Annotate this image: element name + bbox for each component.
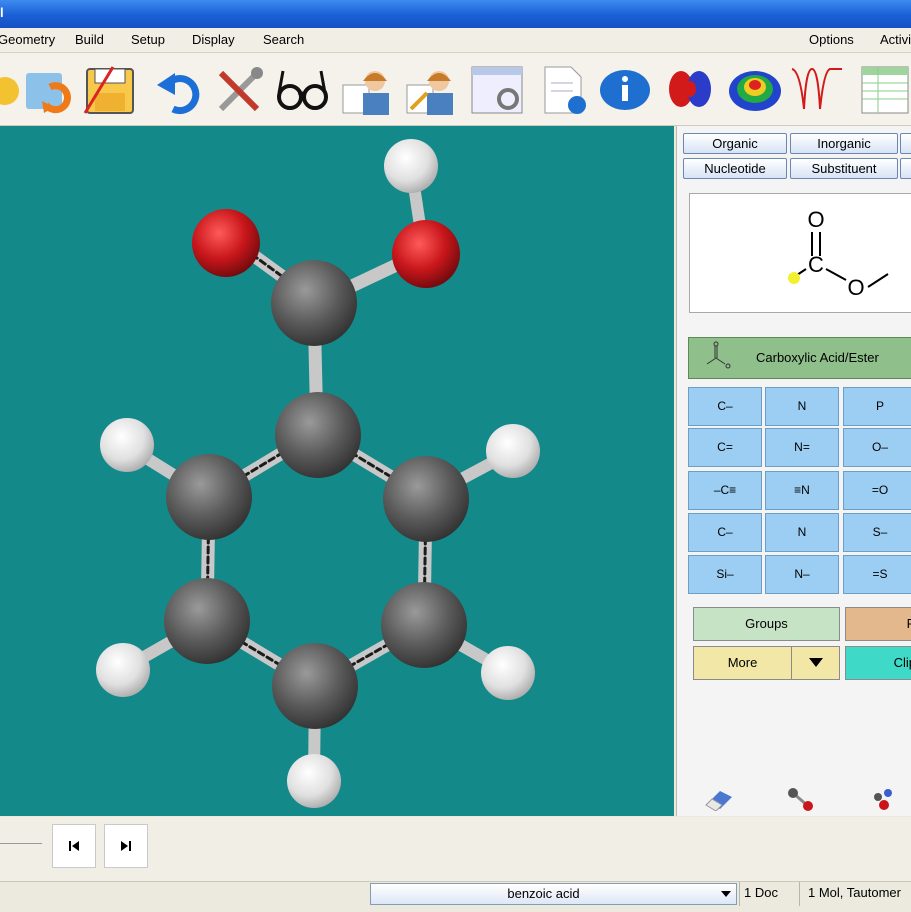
build-panel: Organic Inorganic Nucleotide Substituent… xyxy=(676,126,911,816)
group-title-label: Carboxylic Acid/Ester xyxy=(756,350,879,365)
preview-atom-o-top: O xyxy=(807,207,824,232)
title-bar: l xyxy=(0,0,911,28)
menu-activities[interactable]: Activi xyxy=(880,32,911,47)
fragment-sp2-carbon[interactable]: C= xyxy=(688,428,762,467)
menu-setup[interactable]: Setup xyxy=(131,32,165,47)
orbital-icon[interactable] xyxy=(663,63,717,117)
window-title: l xyxy=(0,5,4,20)
carbon-atom[interactable] xyxy=(166,454,252,540)
save-disk-icon[interactable] xyxy=(83,63,137,117)
fragment-sp-nitrogen[interactable]: ≡N xyxy=(765,471,839,510)
menu-bar: Geometry Build Setup Display Search Opti… xyxy=(0,28,911,53)
carbon-atom[interactable] xyxy=(272,643,358,729)
tools-icon[interactable] xyxy=(213,63,267,117)
info-icon[interactable] xyxy=(598,63,652,117)
hydrogen-atom[interactable] xyxy=(100,418,154,472)
hydrogen-atom[interactable] xyxy=(486,424,540,478)
fragment-sp2-nitrogen[interactable]: N= xyxy=(765,428,839,467)
tab-substituent[interactable]: Substituent xyxy=(790,158,898,179)
r-button[interactable]: R xyxy=(845,607,911,641)
menu-display[interactable]: Display xyxy=(192,32,235,47)
document-info-icon[interactable] xyxy=(537,63,591,117)
fragment-aromatic-nitrogen[interactable]: N xyxy=(765,513,839,552)
open-folder-icon[interactable] xyxy=(20,63,74,117)
status-bar: benzoic acid 1 Doc 1 Mol, Tautomer xyxy=(0,881,911,912)
scientist-icon[interactable] xyxy=(341,63,395,117)
menu-options[interactable]: Options xyxy=(809,32,854,47)
spectrum-icon[interactable] xyxy=(790,63,844,117)
undo-icon[interactable] xyxy=(153,63,207,117)
more-button[interactable]: More xyxy=(693,646,792,680)
step-back-icon xyxy=(69,841,79,851)
glasses-icon[interactable] xyxy=(275,63,329,117)
tab-nucleotide[interactable]: Nucleotide xyxy=(683,158,787,179)
fragment-oxygen[interactable]: O– xyxy=(843,428,911,467)
fragment-amide-nitrogen[interactable]: N– xyxy=(765,555,839,594)
doc-count: 1 Doc xyxy=(744,885,778,900)
scientist-edit-icon[interactable] xyxy=(405,63,459,117)
fragment-silicon[interactable]: Si– xyxy=(688,555,762,594)
chevron-down-icon xyxy=(721,891,731,897)
next-frame-button[interactable] xyxy=(104,824,148,868)
chevron-down-icon xyxy=(809,658,823,667)
carbon-atom[interactable] xyxy=(383,456,469,542)
document-select[interactable]: benzoic acid xyxy=(370,883,737,905)
tab-organic[interactable]: Organic xyxy=(683,133,787,154)
molecule-viewport[interactable] xyxy=(0,126,674,816)
fragment-aromatic-carbon[interactable]: C– xyxy=(688,513,762,552)
fragment-phosphorus[interactable]: P xyxy=(843,387,911,426)
clip-button[interactable]: Clip xyxy=(845,646,911,680)
hydrogen-atom[interactable] xyxy=(287,754,341,808)
frame-navigation-bar xyxy=(0,817,911,881)
tab-extra[interactable] xyxy=(900,133,911,154)
fragment-carbonyl-oxygen[interactable]: =O xyxy=(843,471,911,510)
oxygen-atom[interactable] xyxy=(392,220,460,288)
fragment-preview: O C O xyxy=(689,193,911,313)
carbon-atom[interactable] xyxy=(381,582,467,668)
attachment-point xyxy=(788,272,800,284)
fragment-sp3-carbon[interactable]: C– xyxy=(688,387,762,426)
settings-window-icon[interactable] xyxy=(470,63,524,117)
tab-extra-2[interactable] xyxy=(900,158,911,179)
document-select-value: benzoic acid xyxy=(507,886,580,901)
bond-icon[interactable] xyxy=(786,787,816,813)
group-title-button[interactable]: Carboxylic Acid/Ester xyxy=(688,337,911,379)
menu-build[interactable]: Build xyxy=(75,32,104,47)
fragment-thione-sulfur[interactable]: =S xyxy=(843,555,911,594)
molecule-info: 1 Mol, Tautomer xyxy=(808,885,901,900)
oxygen-atom[interactable] xyxy=(192,209,260,277)
surface-map-icon[interactable] xyxy=(728,63,782,117)
fragment-sp-carbon[interactable]: –C≡ xyxy=(688,471,762,510)
spreadsheet-icon[interactable] xyxy=(858,63,911,117)
menu-search[interactable]: Search xyxy=(263,32,304,47)
tab-inorganic[interactable]: Inorganic xyxy=(790,133,898,154)
atoms-icon[interactable] xyxy=(870,787,900,813)
fragment-sulfur[interactable]: S– xyxy=(843,513,911,552)
previous-frame-button[interactable] xyxy=(52,824,96,868)
preview-atom-o-right: O xyxy=(847,275,864,300)
hydrogen-atom[interactable] xyxy=(96,643,150,697)
slider-track[interactable] xyxy=(0,843,42,844)
hydrogen-atom[interactable] xyxy=(481,646,535,700)
carboxyl-mini-icon xyxy=(706,341,731,369)
more-dropdown-button[interactable] xyxy=(791,646,840,680)
carbon-atom[interactable] xyxy=(271,260,357,346)
carbon-atom[interactable] xyxy=(275,392,361,478)
toolbar xyxy=(0,53,911,126)
step-forward-icon xyxy=(121,841,131,851)
benzoic-acid-model[interactable] xyxy=(0,126,674,816)
hydrogen-atom[interactable] xyxy=(384,139,438,193)
groups-button[interactable]: Groups xyxy=(693,607,840,641)
carbon-atom[interactable] xyxy=(164,578,250,664)
fragment-sp3-nitrogen[interactable]: N xyxy=(765,387,839,426)
menu-geometry[interactable]: Geometry xyxy=(0,32,55,47)
eraser-icon[interactable] xyxy=(704,789,734,811)
preview-atom-c: C xyxy=(808,252,824,277)
